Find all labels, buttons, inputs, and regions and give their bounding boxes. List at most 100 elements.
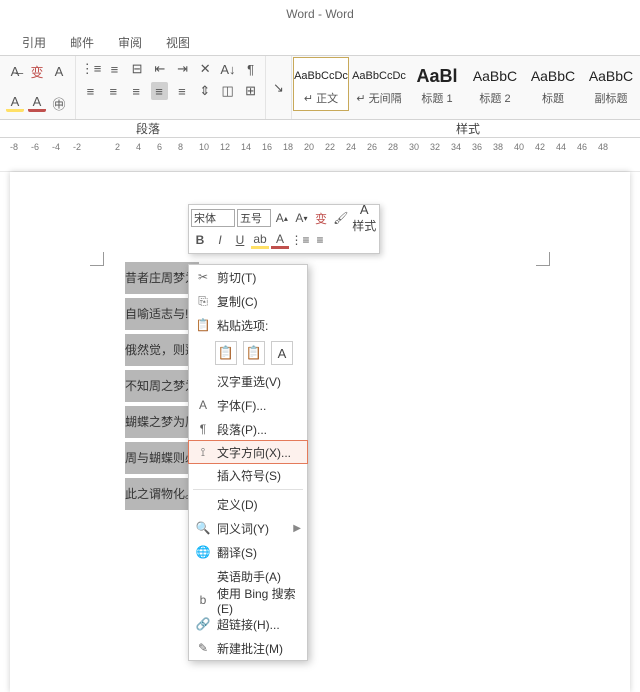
style-sample: AaBl: [416, 62, 457, 90]
line-spacing-icon[interactable]: ⇕: [196, 82, 213, 100]
page-corner-tl: [90, 252, 104, 266]
border-icon[interactable]: ⊞: [242, 82, 259, 100]
ctx-item-15[interactable]: 🔗 超链接(H)...: [189, 612, 307, 636]
indent-inc-icon[interactable]: ⇥: [174, 60, 191, 78]
enclose-icon[interactable]: ㊥: [50, 94, 68, 112]
multilevel-icon[interactable]: ⊟: [129, 60, 146, 78]
page-corner-tr: [536, 252, 550, 266]
mini-toolbar: A▴ A▾ 变 🖌 A样式 B I U ab A ⋮≡ ≡: [188, 204, 380, 254]
ctx-icon: 🌐: [195, 544, 211, 560]
ribbon: A̶ 变 A A A ㊥ ⋮≡ ≡ ⊟ ⇤ ⇥ ✕ A↓ ¶ ≡ ≡ ≡ ≡ ≡…: [0, 56, 640, 120]
paste-opt-1[interactable]: 📋: [243, 341, 265, 365]
ctx-item-16[interactable]: ✎新建批注(M): [189, 636, 307, 660]
phonetic-guide-icon[interactable]: 变: [312, 209, 330, 227]
ruler-tick: 20: [304, 142, 314, 152]
bold-icon[interactable]: B: [191, 231, 209, 249]
grow-font-icon[interactable]: A▴: [273, 209, 291, 227]
shrink-font-icon[interactable]: A▾: [293, 209, 311, 227]
style-name: 标题 2: [479, 90, 510, 106]
horizontal-ruler[interactable]: -8-6-4-224681012141618202224262830323436…: [0, 138, 640, 172]
font-color-mini-icon[interactable]: A: [271, 231, 289, 249]
ctx-icon: [195, 496, 211, 512]
highlight-mini-icon[interactable]: ab: [251, 231, 269, 249]
style-name: 标题 1: [421, 90, 452, 106]
ctx-item-7[interactable]: ⟟文字方向(X)...: [188, 440, 308, 464]
styles-pane-icon[interactable]: ↘: [272, 79, 285, 97]
style-item-4[interactable]: AaBbC标题: [525, 57, 581, 111]
align-right-icon[interactable]: ≡: [128, 82, 145, 100]
ctx-label: 超链接(H)...: [217, 616, 301, 633]
align-justify-icon[interactable]: ≡: [151, 82, 168, 100]
ruler-tick: 14: [241, 142, 251, 152]
ctx-label: 定义(D): [217, 496, 301, 513]
ctx-item-8[interactable]: 插入符号(S): [189, 463, 307, 487]
ruler-tick: 48: [598, 142, 608, 152]
asian-layout-icon[interactable]: ✕: [197, 60, 214, 78]
style-name: 标题: [542, 90, 564, 106]
font-color-icon[interactable]: A: [28, 94, 46, 112]
style-sample: AaBbC: [589, 62, 633, 90]
styles-group-label: 样式: [296, 120, 640, 137]
align-center-icon[interactable]: ≡: [105, 82, 122, 100]
tab-view[interactable]: 视图: [154, 28, 202, 55]
ruler-tick: 2: [115, 142, 120, 152]
style-item-0[interactable]: AaBbCcDc↵ 正文: [293, 57, 349, 111]
style-item-2[interactable]: AaBl标题 1: [409, 57, 465, 111]
style-name: ↵ 正文: [304, 90, 338, 106]
shading-icon[interactable]: ◫: [219, 82, 236, 100]
tab-mail[interactable]: 邮件: [58, 28, 106, 55]
distribute-icon[interactable]: ≡: [174, 82, 191, 100]
ctx-item-10[interactable]: 定义(D): [189, 492, 307, 516]
ctx-item-14[interactable]: b使用 Bing 搜索(E): [189, 588, 307, 612]
indent-dec-icon[interactable]: ⇤: [151, 60, 168, 78]
char-border-icon[interactable]: A: [50, 63, 68, 81]
ctx-icon: b: [195, 592, 211, 608]
mini-font-input[interactable]: [191, 209, 235, 227]
style-item-1[interactable]: AaBbCcDc↵ 无间隔: [351, 57, 407, 111]
mini-styles-button[interactable]: A样式: [352, 209, 377, 227]
ctx-item-6[interactable]: ¶段落(P)...: [189, 417, 307, 441]
ruler-tick: 26: [367, 142, 377, 152]
ctx-item-4[interactable]: 汉字重选(V): [189, 369, 307, 393]
ctx-icon: 🔗: [195, 616, 211, 632]
ctx-item-5[interactable]: A字体(F)...: [189, 393, 307, 417]
align-left-icon[interactable]: ≡: [82, 82, 99, 100]
ruler-tick: 42: [535, 142, 545, 152]
bullets-mini-icon[interactable]: ⋮≡: [291, 231, 309, 249]
paste-opt-0[interactable]: 📋: [215, 341, 237, 365]
ctx-label: 粘贴选项:: [217, 317, 301, 334]
clear-format-icon[interactable]: A̶: [6, 63, 24, 81]
ctx-label: 使用 Bing 搜索(E): [217, 585, 301, 616]
ruler-tick: 30: [409, 142, 419, 152]
font-group: A̶ 变 A A A ㊥: [0, 56, 76, 119]
sort-icon[interactable]: A↓: [220, 60, 237, 78]
ctx-label: 同义词(Y): [217, 520, 287, 537]
style-item-5[interactable]: AaBbC副标题: [583, 57, 639, 111]
underline-icon[interactable]: U: [231, 231, 249, 249]
ruler-tick: -8: [10, 142, 18, 152]
tab-review[interactable]: 审阅: [106, 28, 154, 55]
ctx-item-12[interactable]: 🌐翻译(S): [189, 540, 307, 564]
mini-size-input[interactable]: [237, 209, 271, 227]
bullets-icon[interactable]: ⋮≡: [82, 60, 100, 78]
ctx-item-11[interactable]: 🔍同义词(Y)▶: [189, 516, 307, 540]
style-name: ↵ 无间隔: [356, 90, 401, 106]
highlight-icon[interactable]: A: [6, 94, 24, 112]
ctx-item-0[interactable]: ✂剪切(T): [189, 265, 307, 289]
ctx-icon: [195, 467, 211, 483]
tab-references[interactable]: 引用: [10, 28, 58, 55]
paste-options: 📋📋A: [189, 337, 307, 369]
format-painter-icon[interactable]: 🖌: [332, 209, 350, 227]
ctx-label: 段落(P)...: [217, 421, 301, 438]
phonetic-icon[interactable]: 变: [28, 63, 46, 81]
paste-opt-2[interactable]: A: [271, 341, 293, 365]
ctx-item-1[interactable]: ⎘复制(C): [189, 289, 307, 313]
submenu-arrow-icon: ▶: [293, 523, 301, 534]
ctx-icon: A: [195, 397, 211, 413]
show-marks-icon[interactable]: ¶: [242, 60, 259, 78]
numbering-mini-icon[interactable]: ≡: [311, 231, 329, 249]
style-item-3[interactable]: AaBbC标题 2: [467, 57, 523, 111]
style-sample: AaBbC: [473, 62, 517, 90]
numbering-icon[interactable]: ≡: [106, 60, 123, 78]
italic-icon[interactable]: I: [211, 231, 229, 249]
